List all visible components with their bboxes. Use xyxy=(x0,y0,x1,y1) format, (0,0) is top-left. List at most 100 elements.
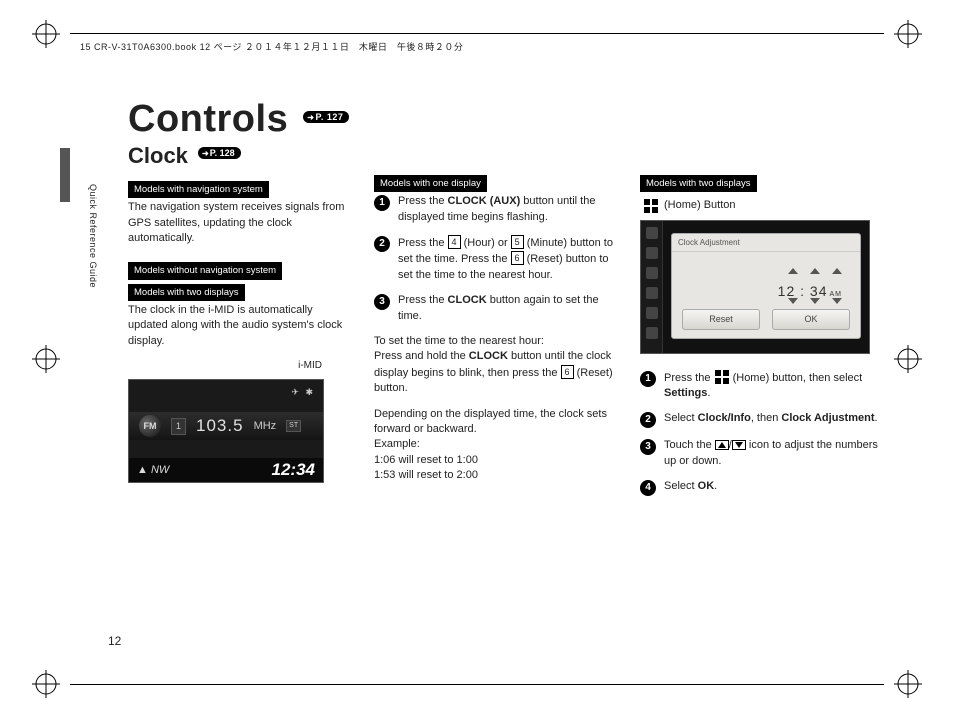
up-triangle-icon xyxy=(715,440,729,450)
step-1: 1 Press the CLOCK (AUX) button until the… xyxy=(374,194,618,225)
bold: OK xyxy=(698,480,715,492)
bold: CLOCK (AUX) xyxy=(448,195,521,207)
bold: CLOCK xyxy=(469,350,508,362)
step-number-icon: 4 xyxy=(640,480,656,496)
step-4: 4 Select OK. xyxy=(640,479,884,496)
text: 1:53 will reset to 2:00 xyxy=(374,469,478,481)
text: Select xyxy=(664,412,698,424)
step-2: 2 Press the 4 (Hour) or 5 (Minute) butto… xyxy=(374,235,618,283)
compass: ▲ NW xyxy=(137,463,169,478)
home-icon xyxy=(715,370,729,384)
step-1: 1 Press the (Home) button, then select S… xyxy=(640,370,884,402)
step-3: 3 Touch the / icon to adjust the numbers… xyxy=(640,438,884,469)
text: , then xyxy=(751,412,782,424)
text: 1:06 will reset to 1:00 xyxy=(374,454,478,466)
footer-rule xyxy=(70,684,884,685)
touchscreen-display: Clock Adjustment 12 : 34AM Reset OK xyxy=(640,220,870,354)
text: Example: xyxy=(374,438,420,450)
fm-icon: FM xyxy=(139,415,161,437)
text: Touch the xyxy=(664,439,715,451)
step-number-icon: 3 xyxy=(374,294,390,310)
preset-badge: 1 xyxy=(171,418,186,435)
text: Press the xyxy=(664,372,714,384)
title-text: Controls xyxy=(128,98,288,140)
column-3: Models with two displays (Home) Button C… xyxy=(640,175,884,506)
crop-mark-icon xyxy=(32,345,60,373)
page-ref: P. 128 xyxy=(198,147,241,159)
paragraph: The navigation system receives signals f… xyxy=(128,200,352,246)
section-tab xyxy=(60,148,70,202)
key-icon: 5 xyxy=(511,235,524,249)
step-number-icon: 1 xyxy=(374,195,390,211)
sidebar-icon xyxy=(646,227,658,239)
text: (Hour) or xyxy=(461,237,511,249)
ampm: AM xyxy=(830,291,843,298)
bold: Clock Adjustment xyxy=(781,412,874,424)
text: To set the time to the nearest hour: xyxy=(374,335,544,347)
text: Press and hold the xyxy=(374,350,469,362)
crop-mark-icon xyxy=(894,670,922,698)
step-2: 2 Select Clock/Info, then Clock Adjustme… xyxy=(640,411,884,428)
header-text: 15 CR-V-31T0A6300.book 12 ページ ２０１４年１２月１１… xyxy=(80,40,463,53)
sidebar-icon xyxy=(646,267,658,279)
page-ref: P. 127 xyxy=(303,111,349,123)
crop-mark-icon xyxy=(894,20,922,48)
text: Press the xyxy=(398,294,448,306)
sidebar-icon xyxy=(646,247,658,259)
home-icon xyxy=(644,199,658,213)
crop-mark-icon xyxy=(894,345,922,373)
freq-unit: MHz xyxy=(254,419,277,434)
section-title: Clock P. 128 xyxy=(128,143,898,169)
page-number: 12 xyxy=(108,634,121,648)
model-tag: Models with navigation system xyxy=(128,181,269,198)
text: Select xyxy=(664,480,698,492)
imid-display: ✈ ✱ FM 1 103.5 MHz ST ▲ NW 12:34 xyxy=(128,379,324,483)
step-number-icon: 2 xyxy=(640,412,656,428)
header-rule xyxy=(70,33,884,34)
step-3: 3 Press the CLOCK button again to set th… xyxy=(374,293,618,324)
page-title: Controls P. 127 xyxy=(128,98,898,141)
time-value: 12 : 34AM xyxy=(778,282,842,302)
up-arrow-icon[interactable] xyxy=(788,268,798,274)
home-button-label: (Home) Button xyxy=(644,198,884,213)
bold: CLOCK xyxy=(448,294,487,306)
text: (Home) button, then select xyxy=(730,372,863,384)
model-tag: Models with one display xyxy=(374,175,487,192)
text: Depending on the displayed time, the clo… xyxy=(374,408,607,435)
key-icon: 6 xyxy=(561,365,574,379)
sidebar-icon xyxy=(646,327,658,339)
model-tag: Models with two displays xyxy=(128,284,245,301)
text: . xyxy=(707,387,710,399)
column-2: Models with one display 1 Press the CLOC… xyxy=(374,175,618,506)
status-icons: ✈ ✱ xyxy=(291,386,315,399)
text: . xyxy=(714,480,717,492)
text: Press the xyxy=(398,237,448,249)
up-arrow-icon[interactable] xyxy=(810,268,820,274)
bold: Settings xyxy=(664,387,707,399)
display-sidebar xyxy=(641,221,663,353)
sidebar-icon xyxy=(646,287,658,299)
reset-button[interactable]: Reset xyxy=(682,309,760,330)
up-arrow-icon[interactable] xyxy=(832,268,842,274)
subtitle-text: Clock xyxy=(128,143,188,168)
crop-mark-icon xyxy=(32,670,60,698)
panel-title: Clock Adjustment xyxy=(672,234,860,252)
paragraph: To set the time to the nearest hour: Pre… xyxy=(374,334,618,397)
imid-label: i-MID xyxy=(128,359,352,373)
step-number-icon: 1 xyxy=(640,371,656,387)
clock-panel: Clock Adjustment 12 : 34AM Reset OK xyxy=(671,233,861,339)
bold: Clock/Info xyxy=(698,412,751,424)
key-icon: 6 xyxy=(511,251,524,265)
ok-button[interactable]: OK xyxy=(772,309,850,330)
text: . xyxy=(875,412,878,424)
step-number-icon: 3 xyxy=(640,439,656,455)
crop-mark-icon xyxy=(32,20,60,48)
stereo-badge: ST xyxy=(286,420,301,432)
column-1: Models with navigation system The naviga… xyxy=(128,175,352,506)
model-tag: Models with two displays xyxy=(640,175,757,192)
text: 12 : 34 xyxy=(778,283,828,299)
paragraph: Depending on the displayed time, the clo… xyxy=(374,407,618,484)
text: (Home) Button xyxy=(664,198,736,213)
clock-display: 12:34 xyxy=(272,458,315,482)
side-label: Quick Reference Guide xyxy=(88,184,98,288)
